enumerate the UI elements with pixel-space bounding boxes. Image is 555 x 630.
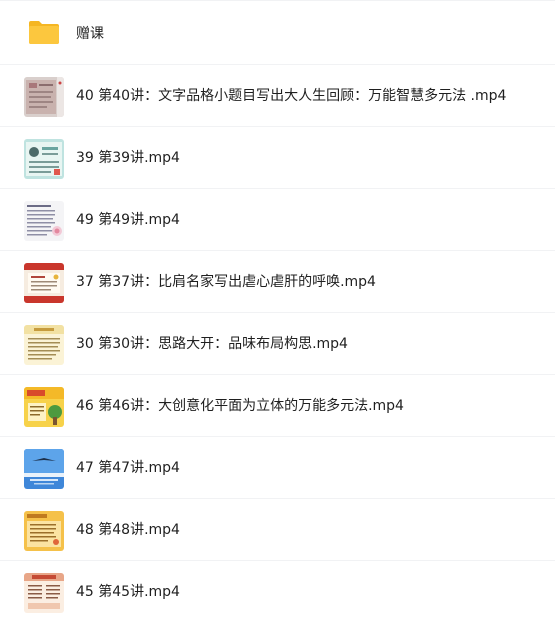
file-name: 45 第45讲.mp4 (76, 584, 180, 600)
video-thumbnail (24, 449, 64, 489)
list-item-video[interactable]: 49 第49讲.mp4 (0, 189, 555, 251)
list-item-video[interactable]: 48 第48讲.mp4 (0, 499, 555, 561)
video-thumbnail (24, 201, 64, 241)
video-thumbnail (24, 77, 64, 117)
video-thumbnail (24, 325, 64, 365)
file-name: 47 第47讲.mp4 (76, 460, 180, 476)
video-thumbnail (24, 511, 64, 551)
list-item-video[interactable]: 47 第47讲.mp4 (0, 437, 555, 499)
list-item-video[interactable]: 37 第37讲：比肩名家写出虐心虐肝的呼唤.mp4 (0, 251, 555, 313)
file-name: 赠课 (76, 26, 104, 42)
list-item-folder[interactable]: 赠课 (0, 0, 555, 65)
file-name: 40 第40讲：文字品格小题目写出大人生回顾：万能智慧多元法 .mp4 (76, 88, 507, 104)
list-item-video[interactable]: 30 第30讲：思路大开：品味布局构思.mp4 (0, 313, 555, 375)
file-name: 49 第49讲.mp4 (76, 212, 180, 228)
video-thumbnail (24, 139, 64, 179)
list-item-video[interactable]: 46 第46讲：大创意化平面为立体的万能多元法.mp4 (0, 375, 555, 437)
list-item-video[interactable]: 40 第40讲：文字品格小题目写出大人生回顾：万能智慧多元法 .mp4 (0, 65, 555, 127)
file-name: 39 第39讲.mp4 (76, 150, 180, 166)
video-thumbnail (24, 387, 64, 427)
file-name: 30 第30讲：思路大开：品味布局构思.mp4 (76, 336, 348, 352)
video-thumbnail (24, 263, 64, 303)
video-thumbnail (24, 573, 64, 613)
file-name: 37 第37讲：比肩名家写出虐心虐肝的呼唤.mp4 (76, 274, 376, 290)
list-item-video[interactable]: 45 第45讲.mp4 (0, 561, 555, 623)
file-list: 赠课 40 第40讲：文字品格小题目写出大人生回顾：万能智慧多元法 .mp4 3… (0, 0, 555, 623)
file-name: 48 第48讲.mp4 (76, 522, 180, 538)
file-name: 46 第46讲：大创意化平面为立体的万能多元法.mp4 (76, 398, 404, 414)
list-item-video[interactable]: 39 第39讲.mp4 (0, 127, 555, 189)
folder-icon (28, 19, 60, 45)
